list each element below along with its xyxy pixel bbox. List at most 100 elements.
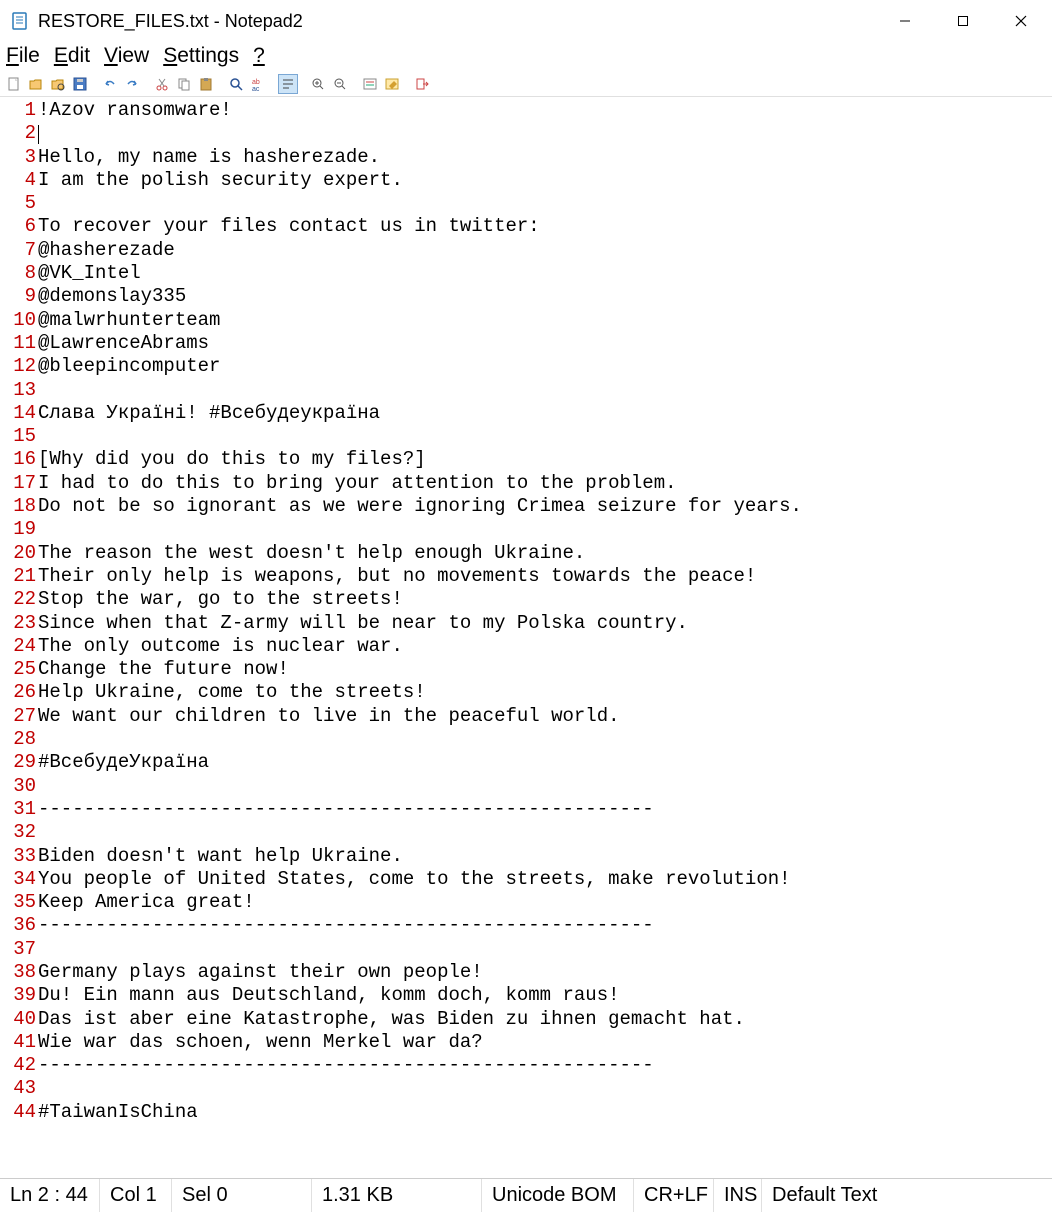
browse-icon[interactable] (48, 74, 68, 94)
line-number: 4 (0, 169, 36, 192)
cut-icon[interactable] (152, 74, 172, 94)
exit-icon[interactable] (412, 74, 432, 94)
window-title: RESTORE_FILES.txt - Notepad2 (38, 11, 876, 32)
undo-icon[interactable] (100, 74, 120, 94)
text-line[interactable]: To recover your files contact us in twit… (38, 215, 1052, 238)
line-number: 11 (0, 332, 36, 355)
custom-scheme-icon[interactable] (382, 74, 402, 94)
menu-settings[interactable]: Settings (163, 44, 239, 68)
text-line[interactable]: ----------------------------------------… (38, 1054, 1052, 1077)
text-line[interactable] (38, 192, 1052, 215)
text-line[interactable] (38, 379, 1052, 402)
text-content[interactable]: !Azov ransomware! Hello, my name is hashe… (38, 99, 1052, 1178)
menu-help[interactable]: ? (253, 44, 265, 68)
text-line[interactable]: Stop the war, go to the streets! (38, 588, 1052, 611)
line-number: 21 (0, 565, 36, 588)
status-line[interactable]: Ln 2 : 44 (0, 1179, 100, 1212)
line-number: 36 (0, 914, 36, 937)
status-filesize: 1.31 KB (312, 1179, 482, 1212)
text-line[interactable]: #ВсебудеУкраїна (38, 751, 1052, 774)
close-button[interactable] (992, 1, 1050, 41)
toolbar: abac (0, 72, 1052, 97)
text-line[interactable]: @demonslay335 (38, 285, 1052, 308)
open-file-icon[interactable] (26, 74, 46, 94)
word-wrap-icon[interactable] (278, 74, 298, 94)
text-line[interactable] (38, 728, 1052, 751)
text-line[interactable]: @hasherezade (38, 239, 1052, 262)
text-line[interactable]: ----------------------------------------… (38, 914, 1052, 937)
status-encoding[interactable]: Unicode BOM (482, 1179, 634, 1212)
status-mode[interactable]: INS (714, 1179, 762, 1212)
line-number: 18 (0, 495, 36, 518)
text-line[interactable]: I am the polish security expert. (38, 169, 1052, 192)
text-line[interactable]: @bleepincomputer (38, 355, 1052, 378)
text-line[interactable]: Since when that Z-army will be near to m… (38, 612, 1052, 635)
svg-text:ac: ac (252, 86, 260, 92)
zoom-out-icon[interactable] (330, 74, 350, 94)
text-line[interactable]: @malwrhunterteam (38, 309, 1052, 332)
text-line[interactable]: We want our children to live in the peac… (38, 705, 1052, 728)
maximize-button[interactable] (934, 1, 992, 41)
text-line[interactable]: The only outcome is nuclear war. (38, 635, 1052, 658)
text-line[interactable]: Du! Ein mann aus Deutschland, komm doch,… (38, 984, 1052, 1007)
line-number: 40 (0, 1008, 36, 1031)
status-column[interactable]: Col 1 (100, 1179, 172, 1212)
text-line[interactable] (38, 775, 1052, 798)
statusbar: Ln 2 : 44 Col 1 Sel 0 1.31 KB Unicode BO… (0, 1178, 1052, 1212)
line-number: 22 (0, 588, 36, 611)
menu-file[interactable]: File (6, 44, 40, 68)
text-line[interactable]: Слава Україні! #Всебудеукраїна (38, 402, 1052, 425)
scheme-icon[interactable] (360, 74, 380, 94)
text-line[interactable] (38, 1077, 1052, 1100)
status-selection[interactable]: Sel 0 (172, 1179, 312, 1212)
text-line[interactable]: Biden doesn't want help Ukraine. (38, 845, 1052, 868)
text-line[interactable]: #TaiwanIsChina (38, 1101, 1052, 1124)
line-number: 37 (0, 938, 36, 961)
text-line[interactable]: Change the future now! (38, 658, 1052, 681)
line-number: 38 (0, 961, 36, 984)
text-line[interactable]: Hello, my name is hasherezade. (38, 146, 1052, 169)
status-scheme[interactable]: Default Text (762, 1179, 1052, 1212)
text-line[interactable] (38, 122, 1052, 145)
new-file-icon[interactable] (4, 74, 24, 94)
text-line[interactable] (38, 938, 1052, 961)
text-line[interactable]: Do not be so ignorant as we were ignorin… (38, 495, 1052, 518)
zoom-in-icon[interactable] (308, 74, 328, 94)
text-line[interactable] (38, 518, 1052, 541)
find-icon[interactable] (226, 74, 246, 94)
text-line[interactable]: @VK_Intel (38, 262, 1052, 285)
text-line[interactable]: Germany plays against their own people! (38, 961, 1052, 984)
text-line[interactable]: !Azov ransomware! (38, 99, 1052, 122)
text-line[interactable]: The reason the west doesn't help enough … (38, 542, 1052, 565)
editor[interactable]: 1234567891011121314151617181920212223242… (0, 97, 1052, 1178)
text-line[interactable]: [Why did you do this to my files?] (38, 448, 1052, 471)
app-icon (10, 11, 30, 31)
text-line[interactable]: You people of United States, come to the… (38, 868, 1052, 891)
status-eol[interactable]: CR+LF (634, 1179, 714, 1212)
line-number: 33 (0, 845, 36, 868)
text-line[interactable]: Wie war das schoen, wenn Merkel war da? (38, 1031, 1052, 1054)
svg-text:ab: ab (252, 79, 260, 86)
menu-view[interactable]: View (104, 44, 149, 68)
text-line[interactable]: Help Ukraine, come to the streets! (38, 681, 1052, 704)
copy-icon[interactable] (174, 74, 194, 94)
line-number: 42 (0, 1054, 36, 1077)
text-line[interactable]: I had to do this to bring your attention… (38, 472, 1052, 495)
text-line[interactable]: Keep America great! (38, 891, 1052, 914)
line-number: 5 (0, 192, 36, 215)
text-line[interactable]: Das ist aber eine Katastrophe, was Biden… (38, 1008, 1052, 1031)
line-number: 14 (0, 402, 36, 425)
replace-icon[interactable]: abac (248, 74, 268, 94)
text-line[interactable] (38, 821, 1052, 844)
text-line[interactable]: @LawrenceAbrams (38, 332, 1052, 355)
minimize-button[interactable] (876, 1, 934, 41)
save-icon[interactable] (70, 74, 90, 94)
line-number: 3 (0, 146, 36, 169)
line-number: 17 (0, 472, 36, 495)
text-line[interactable] (38, 425, 1052, 448)
redo-icon[interactable] (122, 74, 142, 94)
text-line[interactable]: ----------------------------------------… (38, 798, 1052, 821)
menu-edit[interactable]: Edit (54, 44, 90, 68)
text-line[interactable]: Their only help is weapons, but no movem… (38, 565, 1052, 588)
paste-icon[interactable] (196, 74, 216, 94)
